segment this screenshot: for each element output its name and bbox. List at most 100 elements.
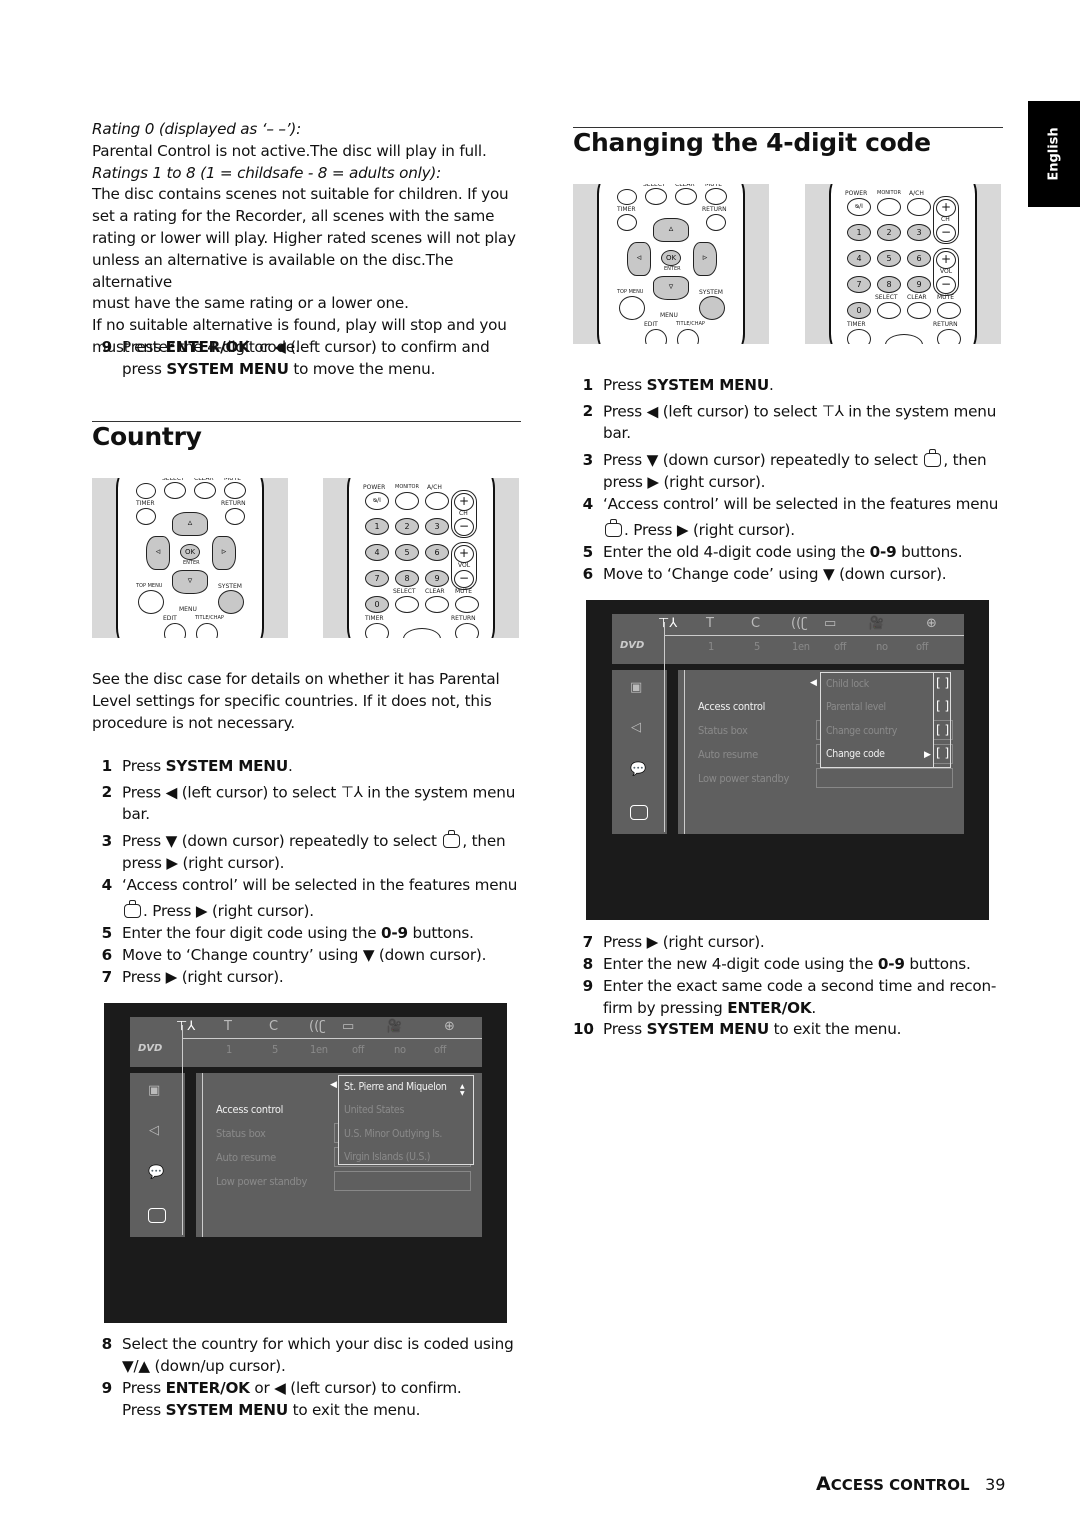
label-timer: TIMER [136, 500, 155, 507]
sound-icon: ◁ [631, 720, 641, 735]
picture-icon: ▣ [148, 1083, 161, 1098]
remote-button-monitor [877, 198, 901, 216]
right-arrow-icon: ▶ [924, 750, 931, 760]
label-power: POWER [845, 190, 868, 197]
remote-button-return [937, 329, 961, 344]
zoom-icon: ⊕ [444, 1019, 455, 1034]
remote-digit-button: 7 [847, 276, 871, 293]
remote-digit-button: 8 [395, 570, 419, 587]
osd-menu-value: 1en [310, 1043, 328, 1056]
remote-button-return [225, 508, 245, 525]
country-step-5: 5 Enter the four digit code using the 0-… [101, 924, 474, 942]
label-vol: VOL [458, 562, 471, 569]
checkbox-bracket-icon: [ ] [936, 699, 950, 713]
remote-button-timer [365, 623, 389, 638]
audio-icon: ((ʗ [791, 616, 808, 631]
language-label: English [1046, 127, 1062, 181]
remote-button-ok: OK [661, 250, 681, 266]
chapter-icon: C [751, 616, 761, 631]
remote-button-return [455, 623, 479, 638]
remote-button-select [164, 482, 186, 499]
osd-feature-item: Access control [698, 700, 766, 713]
remote-button-timer [617, 214, 637, 231]
label-timer: TIMER [365, 615, 384, 622]
remote-digit-button: 5 [395, 544, 419, 561]
remote-button-top-menu [138, 590, 164, 614]
label-monitor: MONITOR [395, 484, 419, 490]
country-step-3: 3 Press ▼ (down cursor) repeatedly to se… [101, 830, 506, 872]
body-text-line: If no suitable alternative is found, pla… [92, 316, 507, 335]
osd-country-option: U.S. Minor Outlying Is. [344, 1128, 443, 1140]
code-step-8: 8 Enter the new 4-digit code using the 0… [582, 955, 971, 973]
remote-button-edit [164, 623, 186, 638]
remote-button-square [136, 483, 156, 499]
remote-arrow-right: ▹ [693, 242, 717, 276]
body-text-line: The disc contains scenes not suitable fo… [92, 185, 509, 204]
remote-navigation-image: SELECT CLEAR MUTE TIMER RETURN ▵ ◃ ▹ ▿ OK ENTER TOP… [92, 478, 288, 638]
remote-button-select [645, 188, 667, 205]
remote-button-mute [705, 188, 727, 205]
code-step-3: 3 Press ▼ (down cursor) repeatedly to se… [582, 449, 987, 491]
remote-digit-button: 1 [365, 518, 389, 535]
osd-menu-value: off [352, 1043, 365, 1056]
remote-vol-plus: + [454, 545, 474, 563]
remote-arrow-down: ▿ [653, 276, 689, 300]
label-timer: TIMER [617, 206, 636, 213]
remote-digit-button: 7 [365, 570, 389, 587]
country-heading: Country [92, 422, 202, 451]
osd-menu-value: 5 [754, 640, 760, 653]
remote-digit-button: 0 [365, 596, 389, 613]
title-icon: T [224, 1019, 232, 1034]
body-text-line: unless an alternative is available on th… [92, 250, 454, 291]
remote-keypad-image: POWER MONITOR A/CH ᴓ/I 1 2 3 4 5 6 7 8 9 0 + CH − + VOL − SE… [323, 478, 519, 638]
label-return: RETURN [221, 500, 246, 507]
left-arrow-icon: ◀ [330, 1080, 337, 1090]
remote-arrow-down: ▿ [172, 570, 208, 594]
remote-digit-button: 9 [425, 570, 449, 587]
subtitle-icon: ▭ [824, 616, 837, 631]
remote-button-select [877, 302, 901, 319]
osd-menu-value: 5 [272, 1043, 278, 1056]
osd-axis-h [182, 1038, 482, 1039]
remote-button-edit [645, 329, 667, 344]
code-step-5: 5 Enter the old 4-digit code using the 0… [582, 543, 963, 561]
label-power: POWER [363, 484, 386, 491]
picture-icon: ▣ [630, 680, 643, 695]
remote-ch-minus: − [454, 518, 474, 536]
label-ach: A/CH [427, 484, 442, 491]
remote-digit-button: 2 [395, 518, 419, 535]
code-step-9: 9 Enter the exact same code a second tim… [582, 977, 997, 1017]
label-timer: TIMER [847, 321, 866, 328]
code-step-7: 7 Press ▶ (right cursor). [582, 933, 765, 951]
checkbox-bracket-icon: [ ] [936, 723, 950, 737]
camera-angle-icon: 🎥 [386, 1019, 403, 1034]
body-text-line: set a rating for the Recorder, all scene… [92, 207, 495, 226]
country-intro: See the disc case for details on whether… [92, 670, 500, 732]
osd-feature-item: Status box [216, 1127, 266, 1140]
osd-menu-value: off [916, 640, 929, 653]
label-ch: CH [941, 216, 950, 223]
title-icon: T [706, 616, 714, 631]
features-case-icon [443, 830, 461, 848]
body-text-line: rating or lower will play. Higher rated … [92, 228, 516, 247]
label-return: RETURN [702, 206, 727, 213]
remote-digit-button: 5 [877, 250, 901, 267]
remote-button-timer [847, 329, 871, 344]
osd-screen-change-code: ⊤⅄ T C ((ʗ ▭ 🎥 ⊕ DVD 1 5 1en off no off ▣ ◁ 💬 Access cont… [586, 600, 989, 920]
dvd-logo-icon: DVD [620, 640, 645, 651]
osd-menu-value: off [834, 640, 847, 653]
label-title-chap: TITLE/CHAP [195, 615, 224, 621]
remote-button-clear [675, 188, 697, 205]
remote-vol-minus: − [454, 570, 474, 588]
remote-digit-button: 3 [425, 518, 449, 535]
section-title: ACCESS CONTROL [816, 1473, 970, 1495]
code-step-10: 10 Press SYSTEM MENU to exit the menu. [573, 1020, 902, 1038]
osd-menu-value: no [394, 1043, 406, 1056]
remote-digit-button: 1 [847, 224, 871, 241]
page-number: 39 [985, 1475, 1006, 1494]
remote-button-select [395, 596, 419, 613]
body-text-line: must have the same rating or a lower one… [92, 294, 409, 313]
label-return: RETURN [451, 615, 476, 622]
features-case-icon [924, 449, 942, 467]
setup-tools-icon: ⊤⅄ [176, 1019, 196, 1034]
